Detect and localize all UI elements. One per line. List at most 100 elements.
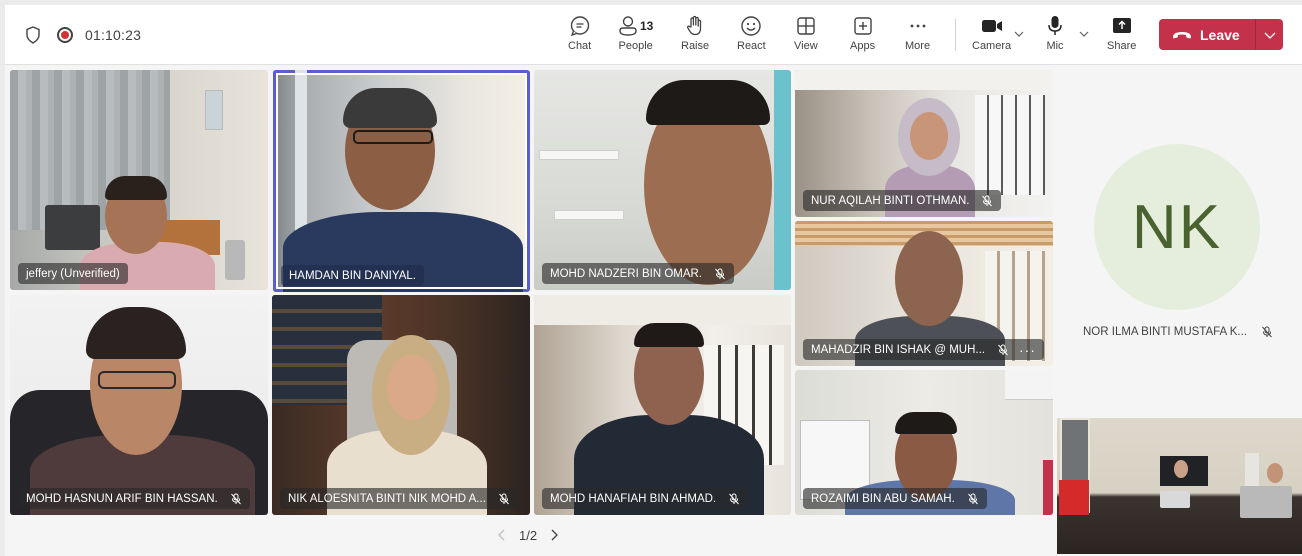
next-page-chevron-icon[interactable] [547, 528, 561, 542]
participant-name-tag: jeffery (Unverified) [18, 263, 128, 284]
chat-label: Chat [568, 40, 592, 52]
share-button[interactable]: Share [1107, 14, 1136, 58]
self-view-video[interactable] [1057, 418, 1302, 554]
participant-name-tag: NIK ALOESNITA BINTI NIK MOHD A... [280, 488, 518, 509]
participant-name: HAMDAN BIN DANIYAL. [289, 269, 416, 282]
mic-label: Mic [1046, 40, 1064, 52]
ceiling-light [539, 150, 619, 160]
camera-icon [981, 20, 1002, 32]
grid-view-icon [797, 17, 815, 35]
avatar-tile-nor-ilma[interactable]: NK NOR ILMA BINTI MUSTAFA K... [1058, 70, 1302, 420]
participant-name: NUR AQILAH BINTI OTHMAN. [811, 194, 970, 207]
laptop [1240, 486, 1292, 518]
mic-muted-icon [967, 493, 978, 504]
microphone-icon [1048, 16, 1062, 35]
bin [225, 240, 245, 280]
leave-options-button[interactable] [1256, 19, 1283, 50]
mic-button[interactable]: Mic [1046, 14, 1064, 58]
leave-button[interactable]: Leave [1159, 19, 1256, 50]
participant-hair [646, 80, 770, 125]
video-tile-mahadzir[interactable]: MAHADZIR BIN ISHAK @ MUH... ··· [795, 221, 1053, 366]
mic-muted-icon [230, 493, 241, 504]
red-object [1043, 460, 1053, 515]
participant-name-tag: NUR AQILAH BINTI OTHMAN. [803, 190, 1002, 211]
shield-icon[interactable] [23, 25, 43, 45]
glasses [98, 371, 176, 389]
video-tile-rozaimi[interactable]: ROZAIMI BIN ABU SAMAH. [795, 370, 1053, 515]
participant-more-options-icon[interactable]: ··· [1019, 343, 1036, 357]
chat-button[interactable]: Chat [568, 14, 591, 58]
participant-name: jeffery (Unverified) [26, 267, 120, 280]
apps-button[interactable]: Apps [850, 14, 875, 58]
meeting-timer: 01:10:23 [85, 27, 142, 43]
video-tile-nur-aqilah[interactable]: NUR AQILAH BINTI OTHMAN. [795, 70, 1053, 217]
mic-options-chevron-icon[interactable] [1077, 27, 1091, 41]
people-icon [619, 16, 637, 36]
participant-face [387, 355, 437, 420]
participant-hair [105, 176, 167, 200]
hang-up-phone-icon [1173, 31, 1191, 38]
people-button[interactable]: 13 People [618, 14, 653, 58]
toolbar-divider [955, 19, 956, 51]
mic-muted-icon [998, 344, 1008, 355]
participant-name: MAHADZIR BIN ISHAK @ MUH... [811, 343, 985, 356]
raise-label: Raise [681, 40, 710, 52]
smiley-icon [741, 16, 762, 36]
laptop [1160, 491, 1190, 508]
gallery-pager: 1/2 [495, 525, 561, 545]
mic-muted-icon [715, 268, 725, 279]
participant-hair [895, 412, 957, 434]
participant-name-tag: MOHD NADZERI BIN OMAR. [542, 263, 735, 284]
video-tile-hanafiah[interactable]: MOHD HANAFIAH BIN AHMAD. [534, 295, 791, 515]
react-label: React [737, 40, 766, 52]
mic-muted-icon [729, 493, 740, 504]
participant-name-tag: HAMDAN BIN DANIYAL. [281, 265, 424, 286]
raise-hand-button[interactable]: Raise [681, 14, 709, 58]
people-label: People [618, 40, 653, 52]
camera-options-chevron-icon[interactable] [1012, 27, 1026, 41]
participant-name-tag: MOHD HASNUN ARIF BIN HASSAN. [18, 488, 250, 509]
participant-name: MOHD HASNUN ARIF BIN HASSAN. [26, 492, 218, 505]
video-tile-jeffery[interactable]: jeffery (Unverified) [10, 70, 268, 290]
participant-head [895, 231, 963, 326]
recording-icon [57, 27, 73, 43]
participant-name-tag: ROZAIMI BIN ABU SAMAH. [803, 488, 987, 509]
leave-button-group: Leave [1159, 19, 1283, 50]
camera-button[interactable]: Camera [972, 14, 1011, 58]
participant-name-tag: NOR ILMA BINTI MUSTAFA K... [1083, 326, 1273, 338]
apps-label: Apps [850, 40, 876, 52]
participant-hair [86, 307, 186, 359]
participant-name: MOHD HANAFIAH BIN AHMAD. [550, 492, 717, 505]
participant-face [910, 112, 948, 160]
more-icon [910, 24, 925, 28]
avatar: NK [1094, 144, 1260, 310]
video-tile-hasnun[interactable]: MOHD HASNUN ARIF BIN HASSAN. [10, 295, 268, 515]
share-screen-icon [1112, 18, 1131, 33]
people-count: 13 [640, 19, 654, 33]
add-app-icon [853, 17, 872, 35]
hand-icon [687, 15, 702, 36]
react-button[interactable]: React [737, 14, 766, 58]
ceiling [534, 295, 791, 325]
view-button[interactable]: View [794, 14, 818, 58]
participant-name-tag: MAHADZIR BIN ISHAK @ MUH... ··· [803, 339, 1044, 360]
video-tile-nik-aloesnita[interactable]: NIK ALOESNITA BINTI NIK MOHD A... [272, 295, 530, 515]
participant-name: ROZAIMI BIN ABU SAMAH. [811, 492, 955, 505]
participant-hair [343, 88, 437, 128]
participant-name: NIK ALOESNITA BINTI NIK MOHD A... [288, 492, 486, 505]
more-button[interactable]: More [905, 14, 930, 58]
more-label: More [905, 40, 931, 52]
meeting-window: 01:10:23 Chat 13 People Raise React View… [5, 5, 1302, 556]
leave-label: Leave [1200, 26, 1240, 43]
ceiling [795, 70, 1053, 90]
video-tile-hamdan[interactable]: HAMDAN BIN DANIYAL. [273, 70, 530, 292]
previous-page-chevron-icon[interactable] [495, 528, 509, 542]
air-conditioner [1005, 370, 1053, 400]
participant-name-tag: MOHD HANAFIAH BIN AHMAD. [542, 488, 749, 509]
view-label: View [794, 40, 818, 52]
video-tile-nadzeri[interactable]: MOHD NADZERI BIN OMAR. [534, 70, 791, 290]
mic-muted-icon [1262, 326, 1272, 338]
mic-muted-icon [982, 195, 993, 206]
printer [45, 205, 100, 250]
share-label: Share [1107, 40, 1137, 52]
